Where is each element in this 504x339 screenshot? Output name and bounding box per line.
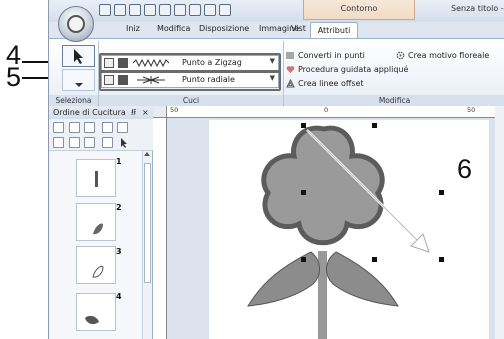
sewing-order-title: Ordine di Cucitura [53,108,126,117]
offset-lines-button[interactable]: Crea linee offset [286,79,364,88]
delete-icon[interactable] [102,137,113,148]
redo-icon[interactable] [204,4,216,16]
selection-handle [372,123,377,128]
outline-leaf-thumbnail [92,266,104,278]
undo-icon[interactable] [189,4,201,16]
callout-6: 6 [457,154,473,184]
merge-icon[interactable] [69,122,80,133]
arrow-cursor-icon[interactable] [119,137,129,148]
right-panel-edge [495,106,504,339]
flower-design [247,123,444,339]
item-number: 2 [116,203,122,212]
scroll-thumb[interactable] [144,163,151,283]
item-number: 1 [116,157,122,166]
left-leaf-shape [247,251,320,307]
selection-handle [439,190,444,195]
new-icon[interactable] [99,4,111,16]
context-tab-contorno: Contorno [303,0,415,20]
sewing-order-toolbar [49,119,153,151]
dropdown-arrow-icon [75,83,83,87]
convert-to-stitch-button[interactable]: Converti in punti [286,51,365,60]
sewing-order-item[interactable] [76,246,116,284]
sewing-order-item[interactable] [76,203,116,241]
floral-label: Crea motivo floreale [408,51,490,60]
selection-handle [301,257,306,262]
convert-label: Converti in punti [298,51,365,60]
selection-handle [301,123,306,128]
color-sort-icon[interactable] [53,122,64,133]
ribbon-tabs: Iniz Modifica Disposizione Immagine Vist [49,22,504,38]
sewing-order-item[interactable] [76,293,116,331]
applique-wizard-button[interactable]: Procedura guidata appliqué [286,65,408,74]
split-icon[interactable] [84,122,95,133]
view-icon[interactable] [117,122,128,133]
tab-iniz[interactable]: Iniz [126,24,140,33]
sewing-order-panel: Ordine di Cucitura ⭿ × 1 2 3 4 [49,106,153,339]
callout-5: 5 [6,62,22,92]
move-icon[interactable] [102,122,113,133]
ribbon-panel: Punto a Zigzag ▼ Punto radiale ▼ Convert… [49,38,504,106]
selection-handle [439,257,444,262]
filled-leaf-thumbnail [93,223,103,235]
application-menu-button[interactable] [58,6,94,42]
close-icon[interactable]: × [142,106,149,119]
item-number: 3 [116,247,122,256]
offset-lines-icon [286,79,295,88]
group-icon[interactable] [69,137,80,148]
tab-disposizione[interactable]: Disposizione [199,24,249,33]
app-window: Contorno Senza titolo - La Iniz Modifica… [48,0,504,339]
select-options-button[interactable] [62,69,95,91]
stem-thumbnail [95,171,98,187]
group-label-cuci: Cuci [99,95,283,106]
applique-label: Procedura guidata appliqué [298,65,409,74]
ungroup-icon[interactable] [84,137,95,148]
highlight-region-stitch [99,70,281,91]
open-icon[interactable] [114,4,126,16]
customize-qat-icon[interactable] [219,4,231,16]
item-number: 4 [116,292,122,301]
scroll-up-icon[interactable] [144,152,150,156]
group-label-seleziona: Seleziona [49,95,98,106]
offset-label: Crea linee offset [298,79,364,88]
tab-vist[interactable]: Vist [291,24,306,33]
flower-gear-icon [396,51,405,60]
sewing-order-header: Ordine di Cucitura ⭿ × [49,106,153,119]
select-tool-button[interactable] [62,45,95,67]
design-canvas-area: 50 0 50 6 [153,106,504,339]
selection-handle [301,190,306,195]
pin-icon[interactable]: ⭿ [131,106,136,119]
screenshot-root: { "callouts": ["4", "5", "6"], "window":… [0,0,504,339]
window-title: Senza titolo - La [451,4,504,13]
convert-stitch-icon [286,52,294,59]
save-as-icon[interactable] [144,4,156,16]
transfer-icon[interactable] [174,4,186,16]
group-label-modifica: Modifica [284,95,504,106]
sewing-order-scrollbar[interactable] [142,151,152,339]
applique-heart-icon [286,66,295,73]
quick-access-toolbar [99,4,231,18]
filled-leaf-thumbnail [85,315,99,325]
tab-modifica[interactable]: Modifica [157,24,190,33]
send-icon[interactable] [159,4,171,16]
arrow-cursor-icon [74,49,83,64]
right-leaf-shape [326,251,399,307]
order-icon[interactable] [53,137,64,148]
floral-pattern-button[interactable]: Crea motivo floreale [396,51,489,60]
orb-icon [67,15,85,33]
selection-handle [372,257,377,262]
tab-attributi[interactable]: Attributi [310,22,358,39]
save-icon[interactable] [129,4,141,16]
sewing-order-item[interactable] [76,159,116,197]
